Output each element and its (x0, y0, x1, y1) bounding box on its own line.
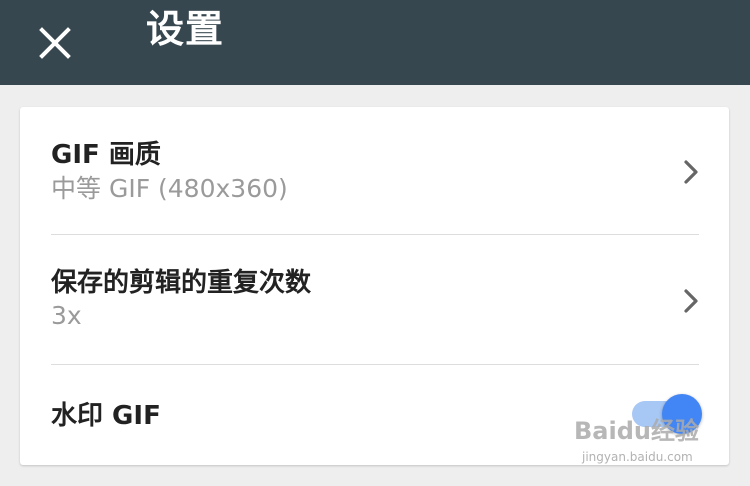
chevron-right-icon (680, 288, 702, 314)
app-bar: 设置 (0, 0, 750, 85)
close-button[interactable] (26, 14, 84, 72)
close-icon (38, 26, 72, 60)
chevron-right-icon (680, 159, 702, 185)
setting-gif-quality[interactable]: GIF 画质 中等 GIF (480x360) (20, 107, 729, 234)
setting-title: GIF 画质 (51, 140, 161, 170)
setting-title: 水印 GIF (51, 401, 161, 431)
setting-loop-count[interactable]: 保存的剪辑的重复次数 3x (20, 235, 729, 364)
setting-watermark: 水印 GIF (20, 365, 729, 465)
setting-value: 3x (51, 301, 82, 330)
setting-value: 中等 GIF (480x360) (51, 174, 288, 203)
watermark-toggle[interactable] (626, 391, 706, 437)
toggle-thumb (662, 394, 702, 434)
page-title: 设置 (146, 7, 225, 51)
setting-title: 保存的剪辑的重复次数 (51, 268, 312, 298)
settings-card: GIF 画质 中等 GIF (480x360) 保存的剪辑的重复次数 3x 水印… (20, 107, 729, 465)
